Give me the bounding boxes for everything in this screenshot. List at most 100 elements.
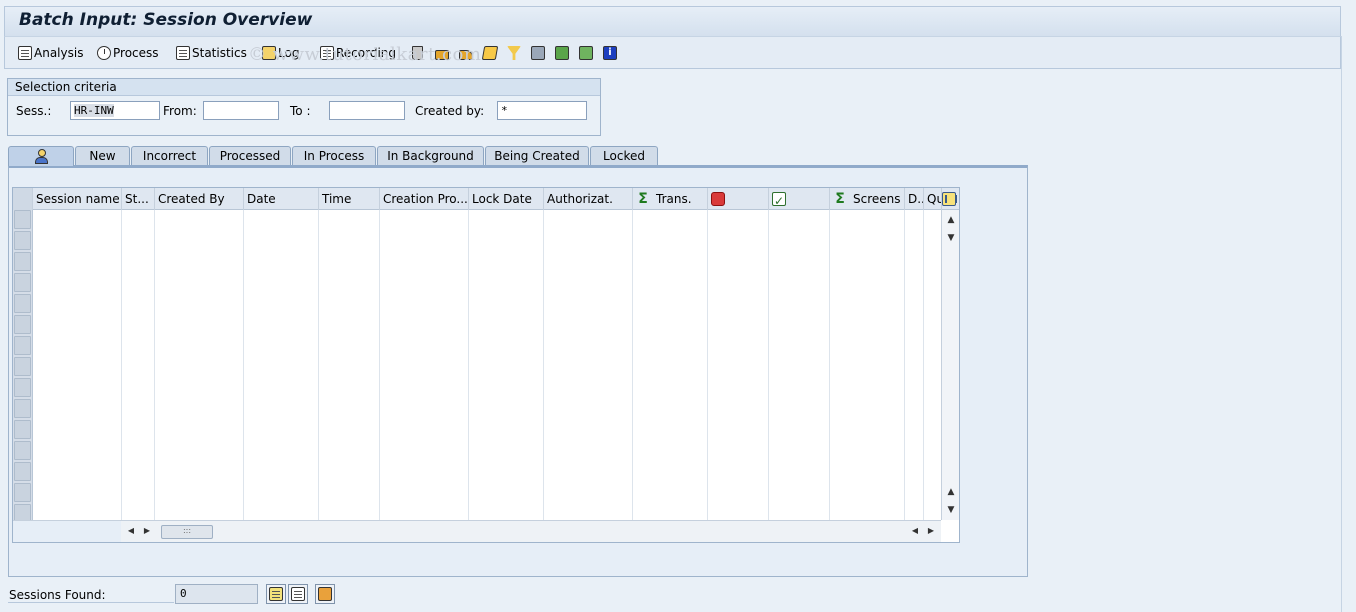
column-header-errors[interactable] (708, 188, 769, 210)
column-header-lock-date[interactable]: Lock Date (469, 188, 544, 210)
tab-in-background[interactable]: In Background (377, 146, 484, 165)
column-header-screens[interactable]: Σ Screens (830, 188, 905, 210)
row-selector[interactable] (14, 420, 31, 439)
row-selector[interactable] (14, 273, 31, 292)
scroll-down-icon[interactable]: ▼ (944, 502, 958, 518)
grid-header: Session name St... Created By Date Time … (13, 188, 959, 210)
grid-column (905, 210, 924, 520)
vertical-scrollbar[interactable]: ▲ ▼ ▲ ▼ (941, 210, 959, 520)
export-file-button[interactable] (579, 44, 593, 62)
grid-column (924, 210, 942, 520)
from-date-input[interactable] (203, 101, 279, 120)
column-header-processed[interactable] (769, 188, 830, 210)
page-up-icon[interactable]: ▲ (944, 484, 958, 500)
print-button[interactable] (531, 44, 545, 62)
unlock-button[interactable] (459, 44, 473, 62)
delete-icon (412, 46, 423, 60)
scroll-far-right-icon[interactable]: ▶ (925, 524, 937, 538)
process-button[interactable]: Process (97, 44, 159, 62)
analysis-icon (18, 46, 32, 60)
column-header-status[interactable]: St... (122, 188, 155, 210)
footer-divider (8, 602, 174, 603)
scroll-up-icon[interactable]: ▲ (944, 212, 958, 228)
analysis-button[interactable]: Analysis (18, 44, 83, 62)
scroll-right-icon[interactable]: ▶ (141, 524, 153, 538)
tab-incorrect[interactable]: Incorrect (131, 146, 208, 165)
scroll-left-icon[interactable]: ◀ (125, 524, 137, 538)
row-selector[interactable] (14, 252, 31, 271)
flag-button[interactable] (481, 44, 499, 62)
sum-icon: Σ (835, 191, 845, 207)
page-down-icon[interactable]: ▼ (944, 230, 958, 246)
export-button[interactable] (555, 44, 569, 62)
row-selector[interactable] (14, 399, 31, 418)
row-selector[interactable] (14, 231, 31, 250)
row-selector[interactable] (14, 462, 31, 481)
column-header-session-name[interactable]: Session name (33, 188, 122, 210)
row-selector-column (13, 210, 33, 523)
page-title: Batch Input: Session Overview (19, 10, 313, 30)
column-header-transactions[interactable]: Σ Trans. (633, 188, 708, 210)
to-label: To : (290, 104, 311, 118)
tab-new[interactable]: New (75, 146, 130, 165)
tab-all[interactable] (8, 146, 74, 166)
tab-in-process[interactable]: In Process (292, 146, 376, 165)
transactions-label: Trans. (656, 192, 692, 206)
column-header-authorization[interactable]: Authorizat. (544, 188, 633, 210)
horizontal-scroll-thumb[interactable]: ::: (161, 525, 213, 539)
column-header-queue[interactable]: Qu (924, 188, 942, 210)
statistics-button[interactable]: Statistics (176, 44, 247, 62)
recording-button[interactable]: Recording (320, 44, 396, 62)
settings-icon (318, 587, 332, 601)
horizontal-scrollbar[interactable]: ◀ ▶ ::: ◀ ▶ (121, 520, 941, 542)
process-label: Process (113, 46, 159, 60)
column-layout-button[interactable] (941, 188, 959, 210)
scroll-far-left-icon[interactable]: ◀ (909, 524, 921, 538)
info-button[interactable]: i (603, 44, 617, 62)
horizontal-scroll-spacer (13, 520, 121, 542)
row-selector[interactable] (14, 357, 31, 376)
grid-column (155, 210, 244, 520)
row-selector[interactable] (14, 483, 31, 502)
row-selector[interactable] (14, 378, 31, 397)
tab-processed[interactable]: Processed (209, 146, 291, 165)
column-header-d[interactable]: D.. (905, 188, 924, 210)
from-label: From: (163, 104, 197, 118)
sess-label: Sess.: (16, 104, 52, 118)
column-header-date[interactable]: Date (244, 188, 319, 210)
row-selector[interactable] (14, 294, 31, 313)
column-header-time[interactable]: Time (319, 188, 380, 210)
export-file-icon (579, 46, 593, 60)
grid-column (708, 210, 769, 520)
log-label: Log (278, 46, 300, 60)
sess-value: HR-INW (74, 104, 114, 117)
export-list-button[interactable] (266, 584, 286, 604)
row-selector[interactable] (14, 315, 31, 334)
display-list-button[interactable] (288, 584, 308, 604)
grid-column (380, 210, 469, 520)
column-header-created-by[interactable]: Created By (155, 188, 244, 210)
row-selector[interactable] (14, 441, 31, 460)
select-all-cell[interactable] (13, 188, 33, 210)
tab-locked[interactable]: Locked (590, 146, 658, 165)
log-button[interactable]: Log (262, 44, 299, 62)
error-icon (711, 192, 725, 206)
settings-button[interactable] (315, 584, 335, 604)
selection-criteria-box: Selection criteria Sess.: HR-INW From: T… (7, 78, 601, 136)
process-icon (97, 46, 111, 60)
grid-column (33, 210, 122, 520)
lock-button[interactable] (435, 44, 449, 62)
sess-input[interactable]: HR-INW (70, 101, 160, 120)
row-selector[interactable] (14, 336, 31, 355)
tab-being-created[interactable]: Being Created (485, 146, 589, 165)
filter-button[interactable] (507, 44, 521, 62)
grid-column (469, 210, 544, 520)
created-by-input[interactable]: * (497, 101, 587, 120)
to-date-input[interactable] (329, 101, 405, 120)
row-selector[interactable] (14, 210, 31, 229)
title-bar: Batch Input: Session Overview (4, 6, 1341, 36)
recording-icon (320, 46, 334, 60)
delete-button[interactable] (412, 44, 423, 62)
column-header-creation-program[interactable]: Creation Pro... (380, 188, 469, 210)
sessions-found-label: Sessions Found: (9, 588, 106, 602)
